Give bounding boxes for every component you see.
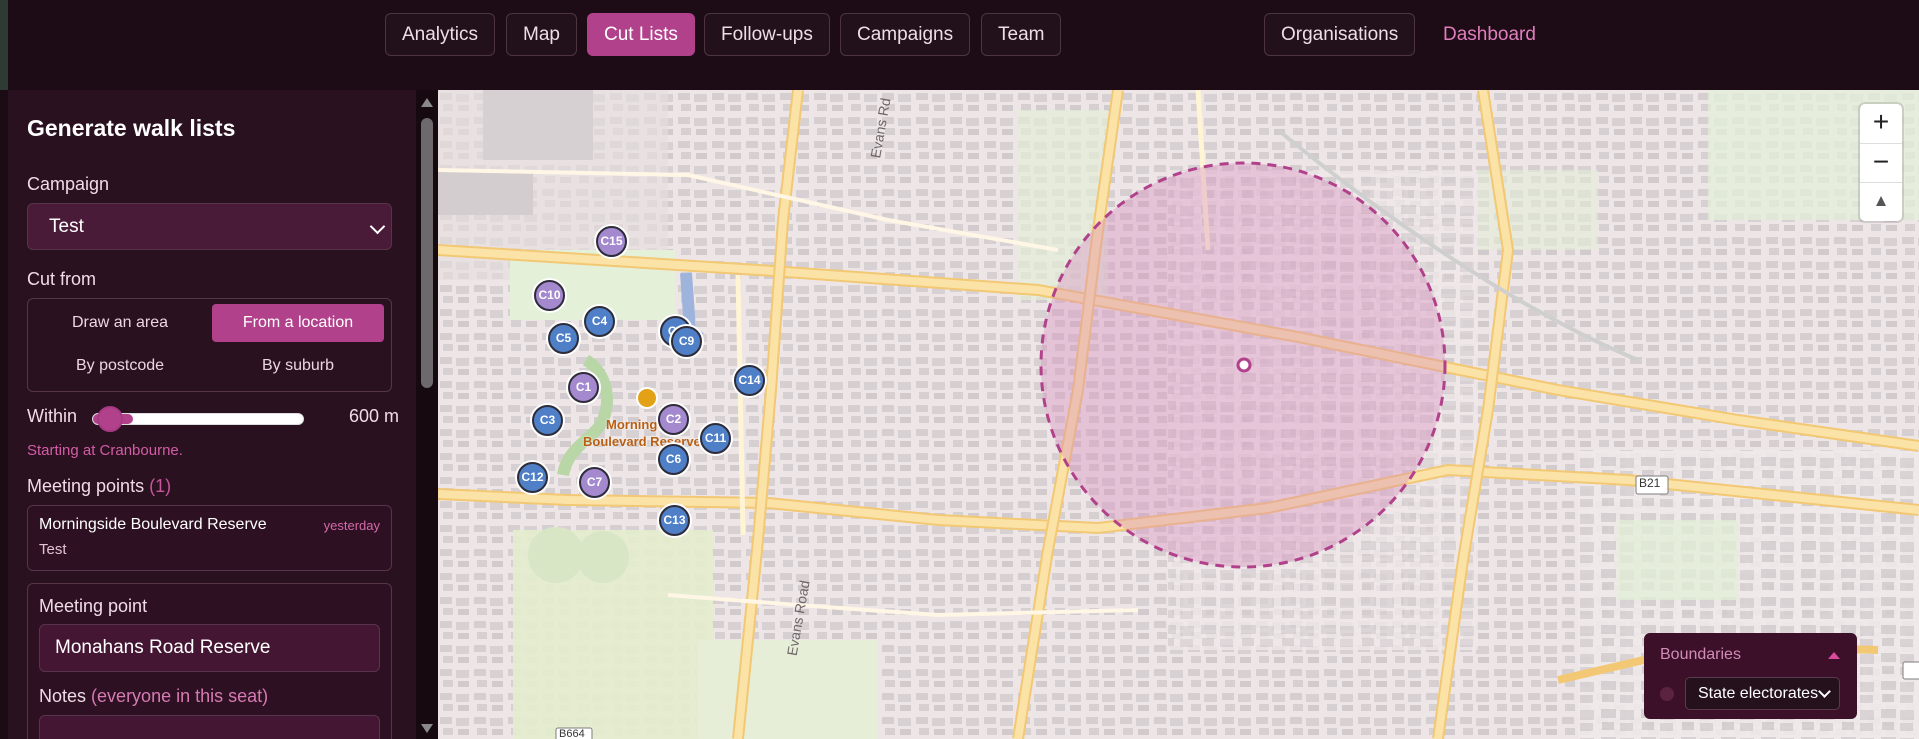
option-by-suburb[interactable]: By suburb <box>212 347 384 385</box>
scroll-up-icon[interactable] <box>421 98 433 107</box>
cut-marker-c13[interactable]: C13 <box>659 505 690 536</box>
cut-marker-c6[interactable]: C6 <box>658 444 689 475</box>
scrollbar-thumb[interactable] <box>421 118 433 388</box>
notes-input[interactable] <box>39 715 380 739</box>
nav-organisations[interactable]: Organisations <box>1264 13 1416 56</box>
map-zoom-controls: + − ▲ <box>1860 104 1902 221</box>
road-shield-b664: B664 <box>559 728 585 739</box>
meeting-point-time: yesterday <box>323 518 380 533</box>
radius-slider-track[interactable] <box>92 413 304 425</box>
cut-marker-c15[interactable]: C15 <box>596 226 627 257</box>
radius-value: 600 m <box>348 406 399 426</box>
nav-campaigns[interactable]: Campaigns <box>840 13 971 56</box>
option-by-postcode[interactable]: By postcode <box>34 347 206 385</box>
cut-marker-c2[interactable]: C2 <box>658 404 689 435</box>
within-label: Within <box>27 406 78 426</box>
reset-north-button[interactable]: ▲ <box>1860 182 1902 221</box>
boundaries-select-value: State electorates <box>1698 685 1819 702</box>
notes-hint: (everyone in this seat) <box>91 686 269 706</box>
cut-marker-c4[interactable]: C4 <box>584 306 615 337</box>
nav-cut-lists[interactable]: Cut Lists <box>587 13 695 56</box>
meeting-point-campaign: Test <box>39 541 67 558</box>
boundary-color-swatch <box>1660 687 1674 701</box>
boundaries-title: Boundaries <box>1660 646 1741 663</box>
cut-marker-c9[interactable]: C9 <box>671 326 702 357</box>
cut-marker-c11[interactable]: C11 <box>700 423 731 454</box>
panel-title: Generate walk lists <box>27 115 236 141</box>
meeting-point-input[interactable]: Monahans Road Reserve <box>39 624 380 672</box>
collapse-caret-icon[interactable] <box>1828 652 1840 659</box>
cut-marker-c3[interactable]: C3 <box>532 405 563 436</box>
option-draw-area[interactable]: Draw an area <box>34 304 206 342</box>
notes-heading: Notes (everyone in this seat) <box>39 686 268 707</box>
nav-analytics[interactable]: Analytics <box>385 13 496 56</box>
cut-marker-c14[interactable]: C14 <box>734 365 765 396</box>
radius-slider-handle[interactable] <box>97 406 123 432</box>
cut-marker-c5[interactable]: C5 <box>548 323 579 354</box>
nav-team[interactable]: Team <box>981 13 1062 56</box>
meeting-points-count: (1) <box>149 476 172 496</box>
cut-marker-c10[interactable]: C10 <box>534 280 565 311</box>
campaign-select-value: Test <box>49 216 84 237</box>
scroll-down-icon[interactable] <box>421 724 433 733</box>
chevron-down-icon <box>1818 685 1831 698</box>
generate-walk-lists-panel: Generate walk lists Campaign Test Cut fr… <box>8 90 416 739</box>
nav-dashboard[interactable]: Dashboard <box>1426 13 1553 56</box>
meeting-point-form: Meeting point Monahans Road Reserve Note… <box>27 583 392 739</box>
top-navigation: Analytics Map Cut Lists Follow-ups Campa… <box>0 0 1919 90</box>
meeting-points-label: Meeting points <box>27 476 145 496</box>
meeting-points-heading: Meeting points (1) <box>27 476 171 497</box>
nav-follow-ups[interactable]: Follow-ups <box>704 13 830 56</box>
cut-marker-c7[interactable]: C7 <box>579 467 610 498</box>
campaign-select[interactable]: Test <box>27 203 392 250</box>
panel-scrollbar[interactable] <box>416 90 438 739</box>
cut-from-options: Draw an area From a location By postcode… <box>27 298 392 392</box>
boundaries-control: Boundaries State electorates <box>1644 633 1857 719</box>
campaign-label: Campaign <box>27 174 110 194</box>
cut-marker-c12[interactable]: C12 <box>517 462 548 493</box>
boundaries-select[interactable]: State electorates <box>1685 677 1840 710</box>
cut-marker-c1[interactable]: C1 <box>568 372 599 403</box>
cut-from-label: Cut from <box>27 269 97 289</box>
zoom-in-button[interactable]: + <box>1860 104 1902 143</box>
option-from-location[interactable]: From a location <box>212 304 384 342</box>
meeting-point-list-item[interactable]: Morningside Boulevard Reserve yesterday … <box>27 505 392 571</box>
notes-label: Notes <box>39 686 87 706</box>
nav-map[interactable]: Map <box>506 13 577 56</box>
chevron-down-icon <box>369 218 386 235</box>
starting-location-hint: Starting at Cranbourne. <box>27 442 183 459</box>
zoom-out-button[interactable]: − <box>1860 143 1902 182</box>
meeting-point-name: Morningside Boulevard Reserve <box>39 516 267 533</box>
meeting-point-label: Meeting point <box>39 596 148 616</box>
road-shield-b21: B21 <box>1639 476 1661 490</box>
